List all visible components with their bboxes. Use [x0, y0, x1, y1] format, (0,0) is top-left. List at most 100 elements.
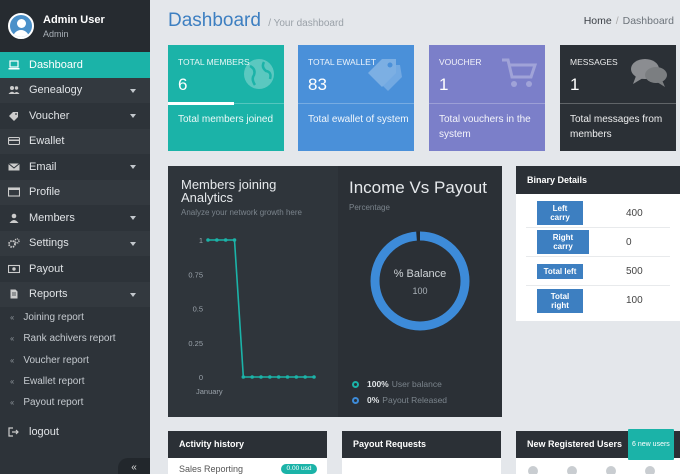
data-point[interactable]: [294, 375, 299, 379]
sidebar-item-label: Ewallet: [29, 135, 65, 148]
breadcrumb: Home / Dashboard: [584, 15, 674, 27]
sidebar-subitem-joining-report[interactable]: ‹‹ Joining report: [0, 307, 150, 328]
breadcrumb-home[interactable]: Home: [584, 15, 612, 27]
stat-card-voucher[interactable]: VOUCHER 1 Total vouchers in the system: [429, 45, 545, 151]
avatar[interactable]: [528, 466, 538, 474]
sidebar-item-genealogy[interactable]: Genealogy: [0, 77, 150, 103]
chevron-down-icon: [130, 114, 136, 118]
data-point[interactable]: [285, 375, 290, 379]
data-point[interactable]: [206, 238, 210, 242]
sidebar-item-voucher[interactable]: Voucher: [0, 103, 150, 129]
user-icon: [9, 213, 19, 223]
avatar[interactable]: [567, 466, 577, 474]
legend-payout-released: 0% Payout Released: [352, 395, 447, 405]
legend-dot: [352, 396, 359, 404]
stat-divider: [298, 103, 414, 104]
stat-description: Total messages from members: [570, 114, 663, 140]
money-icon: [8, 264, 20, 273]
data-point[interactable]: [250, 375, 254, 379]
sidebar-subitem-payout-report[interactable]: ‹‹ Payout report: [0, 392, 150, 413]
binary-label: Total right: [537, 288, 583, 313]
sidebar-subitem-rank-achivers-report[interactable]: ‹‹ Rank achivers report: [0, 328, 150, 349]
stat-card-ewallet[interactable]: TOTAL EWALLET 83 Total ewallet of system: [298, 45, 414, 151]
binary-value: 500: [626, 265, 643, 277]
sidebar-subitem-voucher-report[interactable]: ‹‹ Voucher report: [0, 350, 150, 371]
sidebar-item-settings[interactable]: Settings: [0, 230, 150, 256]
envelope-icon: [8, 162, 20, 171]
sidebar-item-payout[interactable]: Payout: [0, 256, 150, 282]
data-point[interactable]: [276, 375, 281, 379]
sidebar-item-label: Dashboard: [29, 58, 83, 71]
avatar[interactable]: [645, 466, 655, 474]
payout-requests-panel: Payout Requests: [342, 431, 501, 474]
main-content: Dashboard / Your dashboard Home / Dashboar…: [150, 0, 680, 474]
subitem-label: Voucher report: [23, 354, 89, 366]
chevron-down-icon: [130, 88, 136, 93]
avatar: [8, 13, 34, 39]
sidebar-item-email[interactable]: Email: [0, 154, 150, 180]
gears-icon: [8, 238, 20, 249]
tag-icon: [9, 111, 18, 121]
legend-label: Payout Released: [382, 395, 448, 405]
user-name: Admin User: [43, 13, 105, 26]
stat-label: MESSAGES: [570, 57, 618, 67]
data-point[interactable]: [312, 375, 316, 379]
data-point[interactable]: [259, 375, 263, 379]
sidebar-item-label: Genealogy: [29, 84, 83, 97]
sidebar-item-label: Members: [29, 211, 75, 224]
globe-icon: [244, 59, 274, 89]
members-chart-panel: Members joining Analytics Analyze your n…: [168, 166, 502, 417]
collapse-sidebar-button[interactable]: «: [118, 458, 150, 474]
binary-value: 0: [626, 236, 632, 248]
page-subtitle: / Your dashboard: [268, 18, 344, 29]
binary-value: 100: [626, 295, 643, 306]
binary-value: 400: [626, 207, 643, 219]
members-chart-area: Members joining Analytics Analyze your n…: [168, 166, 338, 417]
laptop-icon: [8, 60, 20, 70]
data-point[interactable]: [232, 238, 237, 242]
x-axis-label: January: [196, 387, 223, 396]
binary-label: Total left: [537, 263, 583, 279]
new-users-header: New Registered Users 6 new users: [516, 429, 680, 460]
card-icon: [8, 137, 20, 146]
sidebar-item-label: Profile: [29, 186, 61, 199]
chevron-down-icon: [130, 165, 136, 169]
sidebar-item-dashboard[interactable]: Dashboard: [0, 52, 150, 78]
donut-label: % Balance: [394, 268, 447, 280]
sidebar-item-profile[interactable]: Profile: [0, 179, 150, 205]
user-profile-block[interactable]: Admin User Admin: [0, 0, 150, 52]
sidebar-subitem-ewallet-report[interactable]: ‹‹ Ewallet report: [0, 371, 150, 392]
bullet-icon: ‹‹: [10, 377, 14, 387]
sidebar-item-reports[interactable]: Reports: [0, 281, 150, 307]
sidebar: Admin User Admin Dashboard Genealogy Vou…: [0, 0, 150, 474]
data-point[interactable]: [303, 375, 307, 379]
y-tick-label: 0.75: [188, 270, 203, 279]
sidebar-item-logout[interactable]: logout: [0, 419, 150, 445]
sidebar-item-ewallet[interactable]: Ewallet: [0, 128, 150, 154]
subitem-label: Ewallet report: [23, 376, 85, 388]
stat-card-members[interactable]: TOTAL MEMBERS 6 Total members joined: [168, 45, 284, 151]
stat-value: 1: [439, 75, 449, 94]
legend-value: 0%: [367, 395, 380, 405]
stat-value: 6: [178, 75, 188, 94]
breadcrumb-separator: /: [615, 15, 619, 27]
bullet-icon: ‹‹: [10, 334, 14, 344]
y-tick-label: 1: [199, 236, 203, 245]
page-title: Dashboard / Your dashboard: [168, 10, 344, 32]
stat-card-messages[interactable]: MESSAGES 1 Total messages from members: [560, 45, 676, 151]
sidebar-item-label: Reports: [29, 288, 68, 301]
binary-row-total-left: Total left 500: [526, 257, 670, 286]
data-point[interactable]: [241, 375, 246, 379]
sidebar-item-label: logout: [29, 426, 59, 439]
stat-label: VOUCHER: [439, 57, 482, 67]
avatar[interactable]: [606, 466, 616, 474]
sidebar-item-members[interactable]: Members: [0, 205, 150, 231]
donut-value: 100: [412, 286, 427, 296]
data-point[interactable]: [268, 375, 272, 379]
data-point[interactable]: [223, 238, 228, 242]
subitem-label: Payout report: [23, 397, 84, 409]
data-point[interactable]: [215, 238, 219, 242]
activity-row: Sales Reporting 0.00 usd: [168, 458, 327, 474]
payout-requests-title: Payout Requests: [342, 431, 501, 458]
chevron-down-icon: [130, 292, 136, 297]
